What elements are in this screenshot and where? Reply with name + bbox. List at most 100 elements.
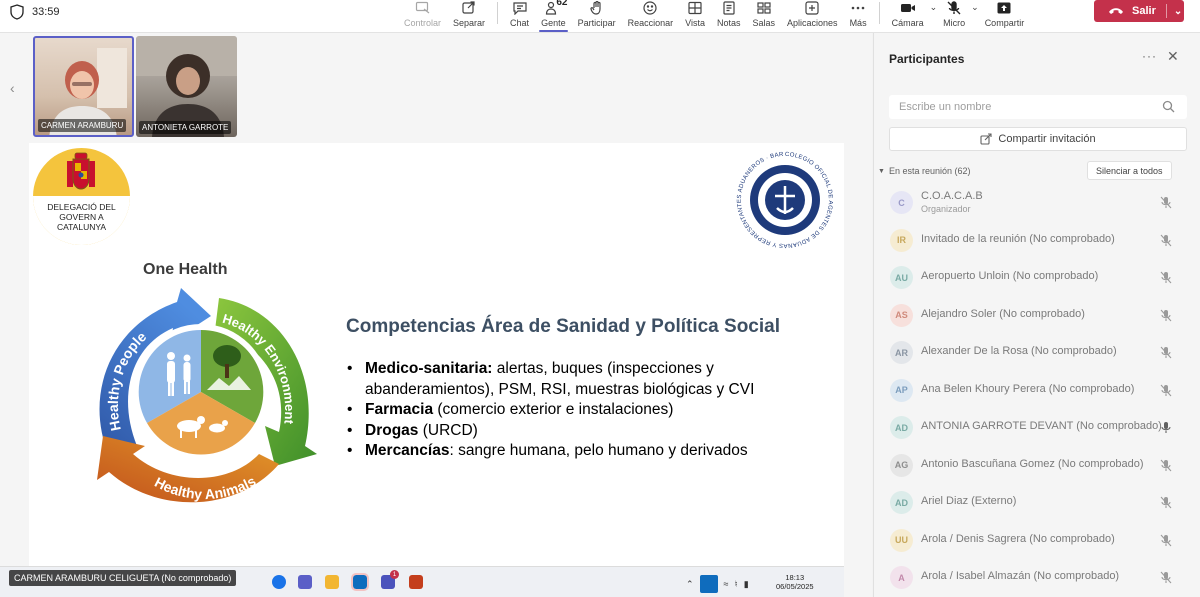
participant-name: ANTONIA GARROTE DEVANT (No comprobado) [921,420,1162,432]
search-input[interactable] [889,95,1187,119]
folder-icon[interactable] [325,575,339,589]
mic-tray-icon[interactable] [699,575,718,593]
plus-icon [805,1,819,15]
raise-hand-button[interactable]: Participar [572,0,622,33]
mic-muted-icon [947,1,961,15]
presenter-name-label: CARMEN ARAMBURU CELIGUETA (No comprobado… [9,570,237,586]
in-meeting-count: En esta reunión (62) [888,166,971,176]
participant-row[interactable]: AR Alexander De la Rosa (No comprobado) [874,333,1200,371]
camera-label: Cámara [891,18,924,28]
participant-row[interactable]: AU Aeropuerto Unloin (No comprobado) [874,258,1200,296]
people-button[interactable]: 62 Gente [535,0,572,33]
powerpoint-icon[interactable] [409,575,423,589]
view-label: Vista [685,18,705,28]
apps-label: Aplicaciones [787,18,838,28]
teams-icon[interactable] [298,575,312,589]
control-label: Controlar [404,18,442,28]
view-button[interactable]: Vista [679,0,711,33]
mute-all-button[interactable]: Silenciar a todos [1087,161,1172,180]
chevron-left-icon[interactable]: ‹ [10,80,15,96]
participant-row[interactable]: A Arola / Isabel Almazán (No comprobado) [874,558,1200,596]
avatar: A [890,566,913,589]
avatar: IR [890,228,913,252]
share-invite-button[interactable]: Compartir invitación [889,127,1187,151]
mic-muted-icon [1160,384,1172,396]
leave-options-chevron-icon[interactable]: ⌄ [1174,6,1182,17]
bullet-item: Farmacia (comercio exterior e instalacio… [346,400,826,421]
apps-button[interactable]: Aplicaciones [781,0,844,33]
bullet-item: Drogas (URCD) [346,421,826,442]
chevron-up-icon[interactable]: ⌃ [686,579,694,590]
taskbar-clock[interactable]: 18:13 06/05/2025 [776,573,814,591]
participant-row[interactable]: AD Ariel Diaz (Externo) [874,483,1200,521]
raise-hand-label: Participar [577,18,616,28]
mic-options-chevron-icon[interactable]: ⌄ [971,2,979,13]
mic-muted-icon [1160,496,1172,509]
leave-button[interactable]: Salir ⌄ [1094,0,1184,22]
notes-icon [723,1,735,15]
camera-button[interactable]: Cámara [886,0,930,33]
shield-icon [10,4,24,20]
participant-name: Alexander De la Rosa (No comprobado) [921,345,1117,357]
more-button[interactable]: Más [844,0,873,33]
gov-logo: DELEGACIÓ DEL GOVERN A CATALUNYA [32,145,131,245]
avatar: AD [890,491,913,514]
mic-button[interactable]: Micro [937,0,971,33]
avatar: AR [890,341,913,364]
avatar: AD [890,416,913,439]
mic-muted-icon [1160,346,1172,359]
react-label: Reaccionar [627,18,674,28]
participant-row[interactable]: C C.O.A.C.A.B Organizador [874,183,1200,221]
mic-muted-icon [1160,309,1172,321]
shared-slide: DELEGACIÓ DEL GOVERN A CATALUNYA COLEGIO… [29,143,844,597]
control-button[interactable]: Controlar [398,0,447,33]
video-tile-carmen[interactable]: CARMEN ARAMBURU [33,36,134,137]
participant-row[interactable]: IR Invitado de la reunión (No comprobado) [874,221,1200,259]
share-button[interactable]: Compartir [979,0,1031,33]
pop-out-label: Separar [453,18,486,28]
participant-row[interactable]: AS Alejandro Soler (No comprobado) [874,296,1200,334]
mic-icon [1161,422,1171,433]
participant-row[interactable]: AG Antonio Bascuñana Gomez (No comprobado… [874,446,1200,484]
rooms-icon [757,2,771,14]
bullet-item: Mercancías: sangre humana, pelo humano y… [346,441,826,462]
collapse-triangle-icon: ▼ [878,167,885,175]
notes-button[interactable]: Notas [711,0,747,33]
chat-button[interactable]: Chat [504,0,535,33]
outlook-icon[interactable] [351,573,369,591]
participant-row[interactable]: AP Ana Belen Khoury Perera (No comprobado… [874,371,1200,409]
mic-muted-icon [1160,196,1172,209]
mic-muted-icon [1160,271,1172,284]
customs-agents-seal-logo: COLEGIO OFICIAL DE AGENTES DE ADUANAS Y … [731,146,837,252]
meeting-toolbar: 33:59 Controlar Separar Chat 62 Gente Pa… [0,0,1200,33]
people-count-badge: 62 [556,0,568,8]
close-icon[interactable]: ✕ [1167,48,1179,65]
mic-muted-icon [1160,459,1172,471]
toolbar-divider [497,2,499,24]
mic-muted-icon [1160,534,1172,546]
toolbar-divider [878,2,880,24]
edge-icon[interactable] [272,575,286,589]
participant-name: C.O.A.C.A.B [921,190,983,202]
volume-icon[interactable]: ♮ [735,579,738,590]
rooms-label: Salas [752,18,776,28]
leave-divider [1165,4,1167,18]
rooms-button[interactable]: Salas [747,0,782,33]
participant-name: Alejandro Soler (No comprobado) [921,307,1085,320]
video-tile-name: ANTONIETA GARROTE [139,121,232,134]
grid-icon [688,1,702,15]
participant-row[interactable]: AD ANTONIA GARROTE DEVANT (No comprobado) [874,408,1200,446]
more-icon [851,6,865,10]
gov-logo-text: DELEGACIÓ DEL GOVERN A CATALUNYA [47,202,116,232]
more-options-icon[interactable]: ··· [1142,49,1157,63]
mic-muted-icon [1160,571,1172,584]
pop-out-button[interactable]: Separar [447,0,491,33]
battery-icon[interactable]: ▮ [744,579,749,590]
camera-options-chevron-icon[interactable]: ⌄ [930,2,938,13]
hang-up-icon [1109,8,1123,14]
video-tile-antonieta[interactable]: ANTONIETA GARROTE [136,36,237,137]
participant-row[interactable]: UU Arola / Denis Sagrera (No comprobado) [874,521,1200,559]
wifi-icon[interactable]: ≈ [724,579,729,589]
react-button[interactable]: Reaccionar [622,0,680,33]
system-tray: ⌃ ≈ ♮ ▮ [686,575,749,593]
